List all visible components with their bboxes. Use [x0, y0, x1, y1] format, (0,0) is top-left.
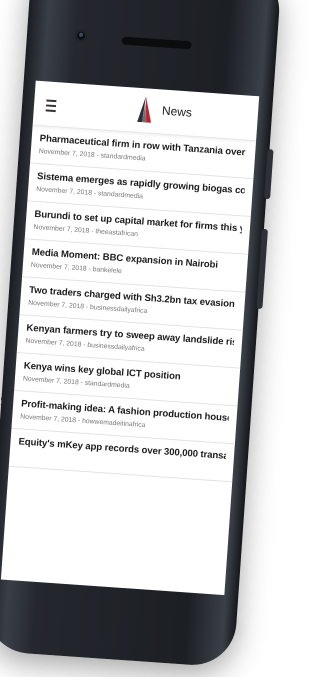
- news-date: November 7, 2018: [30, 261, 87, 273]
- brand: News: [133, 94, 193, 128]
- news-source: standardmedia: [100, 152, 146, 163]
- news-date: November 7, 2018: [20, 413, 77, 425]
- news-date: November 7, 2018: [35, 185, 93, 197]
- news-source: standardmedia: [84, 379, 130, 390]
- news-source: theeastafrican: [95, 228, 139, 239]
- news-source: businessdailyafrica: [87, 341, 145, 353]
- app-title: News: [161, 103, 193, 120]
- news-date: November 7, 2018: [27, 299, 85, 311]
- news-date: November 7, 2018: [38, 148, 95, 159]
- news-source: howwemadeitinafrica: [81, 417, 146, 430]
- news-source: bankelele: [92, 266, 122, 276]
- news-logo-icon: [137, 96, 152, 123]
- news-source: businessdailyafrica: [89, 304, 148, 315]
- news-source: standardmedia: [97, 190, 144, 201]
- news-date: November 7, 2018: [33, 223, 90, 235]
- hamburger-menu-icon[interactable]: [45, 99, 57, 113]
- phone-screen: News Pharmaceutical firm in row with Tan…: [0, 80, 260, 596]
- news-date: November 7, 2018: [22, 375, 79, 387]
- phone-device: News Pharmaceutical firm in row with Tan…: [0, 0, 283, 668]
- news-date: November 7, 2018: [25, 337, 82, 349]
- news-list: Pharmaceutical firm in row with Tanzania…: [8, 125, 257, 483]
